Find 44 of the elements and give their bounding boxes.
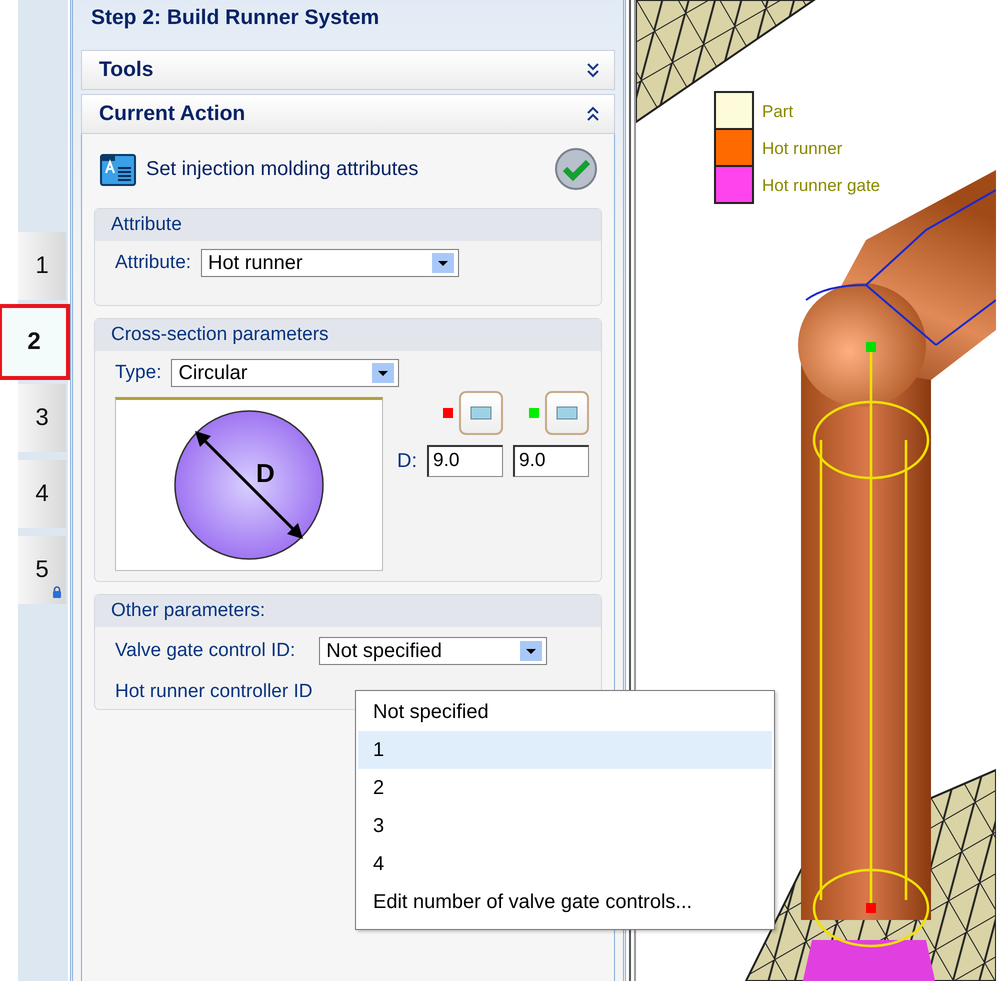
diameter-field[interactable]: 9.0 <box>427 445 503 477</box>
attribute-dropdown[interactable]: Hot runner <box>201 249 460 277</box>
section-header[interactable]: Tools <box>81 50 615 90</box>
group-title: Cross-section parameters <box>95 319 601 351</box>
action-title: Set injection molding attributes <box>146 158 420 180</box>
step-tab[interactable]: 5 <box>18 536 66 604</box>
section-header[interactable]: Current Action <box>81 94 615 134</box>
window-icon <box>470 406 492 420</box>
dropdown-option[interactable]: 2 <box>358 769 772 807</box>
confirm-check-button[interactable] <box>554 147 598 191</box>
caret-icon <box>520 641 542 661</box>
dropdown-option[interactable]: 4 <box>358 845 772 883</box>
lock-icon <box>52 586 62 598</box>
attributes-icon <box>100 151 136 187</box>
chevron-icon <box>586 105 600 123</box>
caret-icon <box>372 363 394 383</box>
legend-label: Part <box>762 102 794 122</box>
step-tab[interactable]: 2 <box>2 308 66 376</box>
diameter-label: D <box>256 458 275 489</box>
field-label: Type: <box>115 362 162 384</box>
panel-title: Step 2: Build Runner System <box>90 5 380 31</box>
group-title: Attribute <box>95 209 601 241</box>
window-icon <box>556 406 578 420</box>
type-dropdown[interactable]: Circular <box>171 359 400 387</box>
field-label: Hot runner controller ID <box>115 681 312 703</box>
legend-label: Hot runner <box>762 138 842 158</box>
field-label: Attribute: <box>115 252 192 274</box>
valve-gate-dropdown[interactable]: Not specified <box>319 637 548 665</box>
field-label: D: <box>397 450 417 474</box>
dropdown-option[interactable]: Edit number of valve gate controls... <box>358 883 772 921</box>
caret-icon <box>432 253 454 273</box>
dropdown-option[interactable]: 1 <box>358 731 772 769</box>
field-label: Valve gate control ID: <box>115 640 296 662</box>
pick-button[interactable] <box>545 391 589 435</box>
step-tab[interactable]: 4 <box>18 460 66 528</box>
legend-label: Hot runner gate <box>762 176 880 196</box>
group-title: Other parameters: <box>95 595 601 627</box>
diameter-field[interactable]: 9.0 <box>513 445 589 477</box>
dropdown-option[interactable]: 3 <box>358 807 772 845</box>
step-tab[interactable]: 3 <box>18 384 66 452</box>
chevron-icon <box>586 61 600 79</box>
dropdown-option[interactable]: Not specified <box>358 693 772 731</box>
step-tab[interactable]: 1 <box>18 232 66 300</box>
pick-button[interactable] <box>459 391 503 435</box>
